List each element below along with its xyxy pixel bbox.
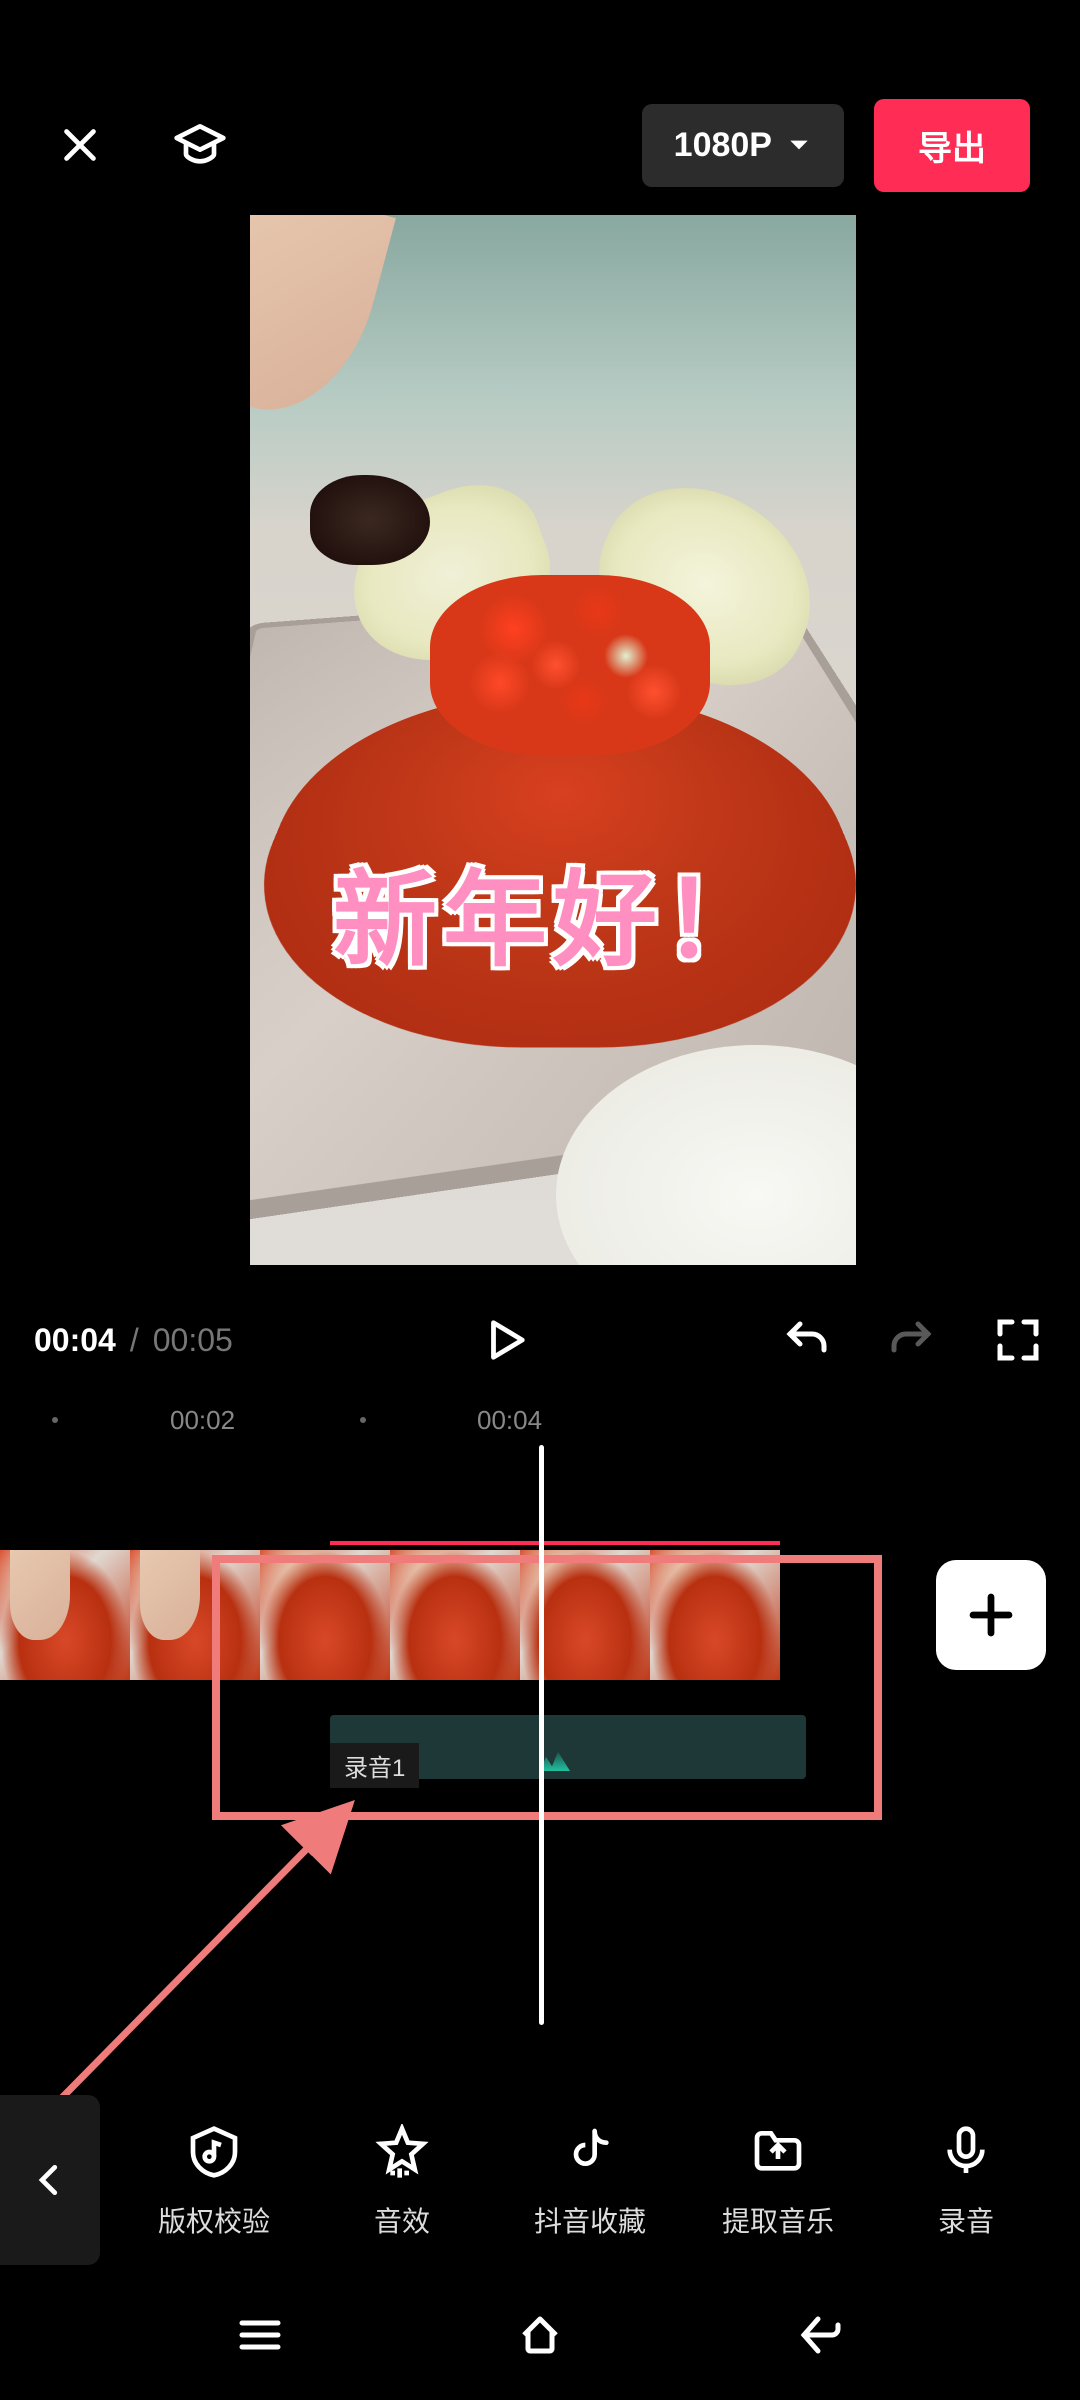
system-back-button[interactable] <box>780 2305 860 2365</box>
tool-label: 录音 <box>938 2200 994 2240</box>
tool-label: 音效 <box>374 2200 430 2240</box>
clip-selection-indicator <box>330 1541 780 1545</box>
system-navigation-bar <box>0 2270 1080 2400</box>
video-track[interactable] <box>0 1550 780 1680</box>
video-frame: 新年好！ <box>250 215 856 1265</box>
close-button[interactable] <box>50 115 110 175</box>
star-sound-icon <box>374 2124 430 2180</box>
ruler-mark: 00:04 <box>477 1405 542 1436</box>
plus-icon <box>964 1588 1018 1642</box>
tool-label: 提取音乐 <box>722 2200 834 2240</box>
timeline-ruler: 00:02 00:04 <box>0 1395 1080 1445</box>
time-separator: / <box>130 1322 139 1359</box>
player-controls: 00:04 / 00:05 <box>0 1300 1080 1380</box>
menu-icon <box>229 2311 291 2359</box>
fullscreen-icon <box>994 1316 1042 1364</box>
shield-music-icon <box>186 2124 242 2180</box>
back-icon <box>789 2311 851 2359</box>
tool-copyright-check[interactable]: 版权校验 <box>144 2120 284 2240</box>
tool-label: 抖音收藏 <box>534 2200 646 2240</box>
tool-extract-music[interactable]: 提取音乐 <box>708 2120 848 2240</box>
audio-clip-label: 录音1 <box>330 1743 419 1788</box>
ruler-mark: 00:02 <box>170 1405 235 1436</box>
clip-thumbnail[interactable] <box>260 1550 390 1680</box>
system-menu-button[interactable] <box>220 2305 300 2365</box>
tool-sound-effect[interactable]: 音效 <box>332 2120 472 2240</box>
total-time: 00:05 <box>153 1322 233 1359</box>
system-home-button[interactable] <box>500 2305 580 2365</box>
resolution-selector[interactable]: 1080P <box>642 104 844 187</box>
export-button[interactable]: 导出 <box>874 99 1030 192</box>
tutorial-arrow <box>30 1790 370 2130</box>
close-icon <box>57 122 103 168</box>
folder-extract-icon <box>750 2124 806 2180</box>
add-clip-button[interactable] <box>936 1560 1046 1670</box>
audio-waveform <box>540 1747 570 1771</box>
current-time: 00:04 <box>34 1322 116 1359</box>
export-label: 导出 <box>918 130 986 168</box>
tool-label: 版权校验 <box>158 2200 270 2240</box>
playhead[interactable] <box>539 1445 544 2025</box>
tutorial-button[interactable] <box>170 115 230 175</box>
undo-icon <box>782 1316 830 1364</box>
timeline[interactable]: 00:02 00:04 录音1 <box>0 1395 1080 2095</box>
clip-thumbnail[interactable] <box>390 1550 520 1680</box>
home-icon <box>509 2311 571 2359</box>
tool-douyin-favorites[interactable]: 抖音收藏 <box>520 2120 660 2240</box>
graduation-cap-icon <box>172 117 228 173</box>
chevron-left-icon <box>31 2161 69 2199</box>
play-button[interactable] <box>475 1310 535 1370</box>
undo-button[interactable] <box>778 1312 834 1368</box>
header-bar: 1080P 导出 <box>0 90 1080 200</box>
text-overlay: 新年好！ <box>250 835 856 986</box>
redo-button[interactable] <box>884 1312 940 1368</box>
redo-icon <box>888 1316 936 1364</box>
play-icon <box>482 1317 528 1363</box>
clip-thumbnail[interactable] <box>0 1550 130 1680</box>
chevron-down-icon <box>786 132 812 158</box>
fullscreen-button[interactable] <box>990 1312 1046 1368</box>
video-preview[interactable]: 新年好！ <box>250 215 856 1265</box>
bottom-toolbar: 版权校验 音效 抖音收藏 提取音乐 录音 <box>0 2095 1080 2265</box>
resolution-label: 1080P <box>674 126 772 165</box>
toolbar-back-button[interactable] <box>0 2095 100 2265</box>
clip-thumbnail[interactable] <box>650 1550 780 1680</box>
microphone-icon <box>938 2124 994 2180</box>
douyin-icon <box>562 2124 618 2180</box>
tool-record-audio[interactable]: 录音 <box>896 2120 1036 2240</box>
clip-thumbnail[interactable] <box>130 1550 260 1680</box>
